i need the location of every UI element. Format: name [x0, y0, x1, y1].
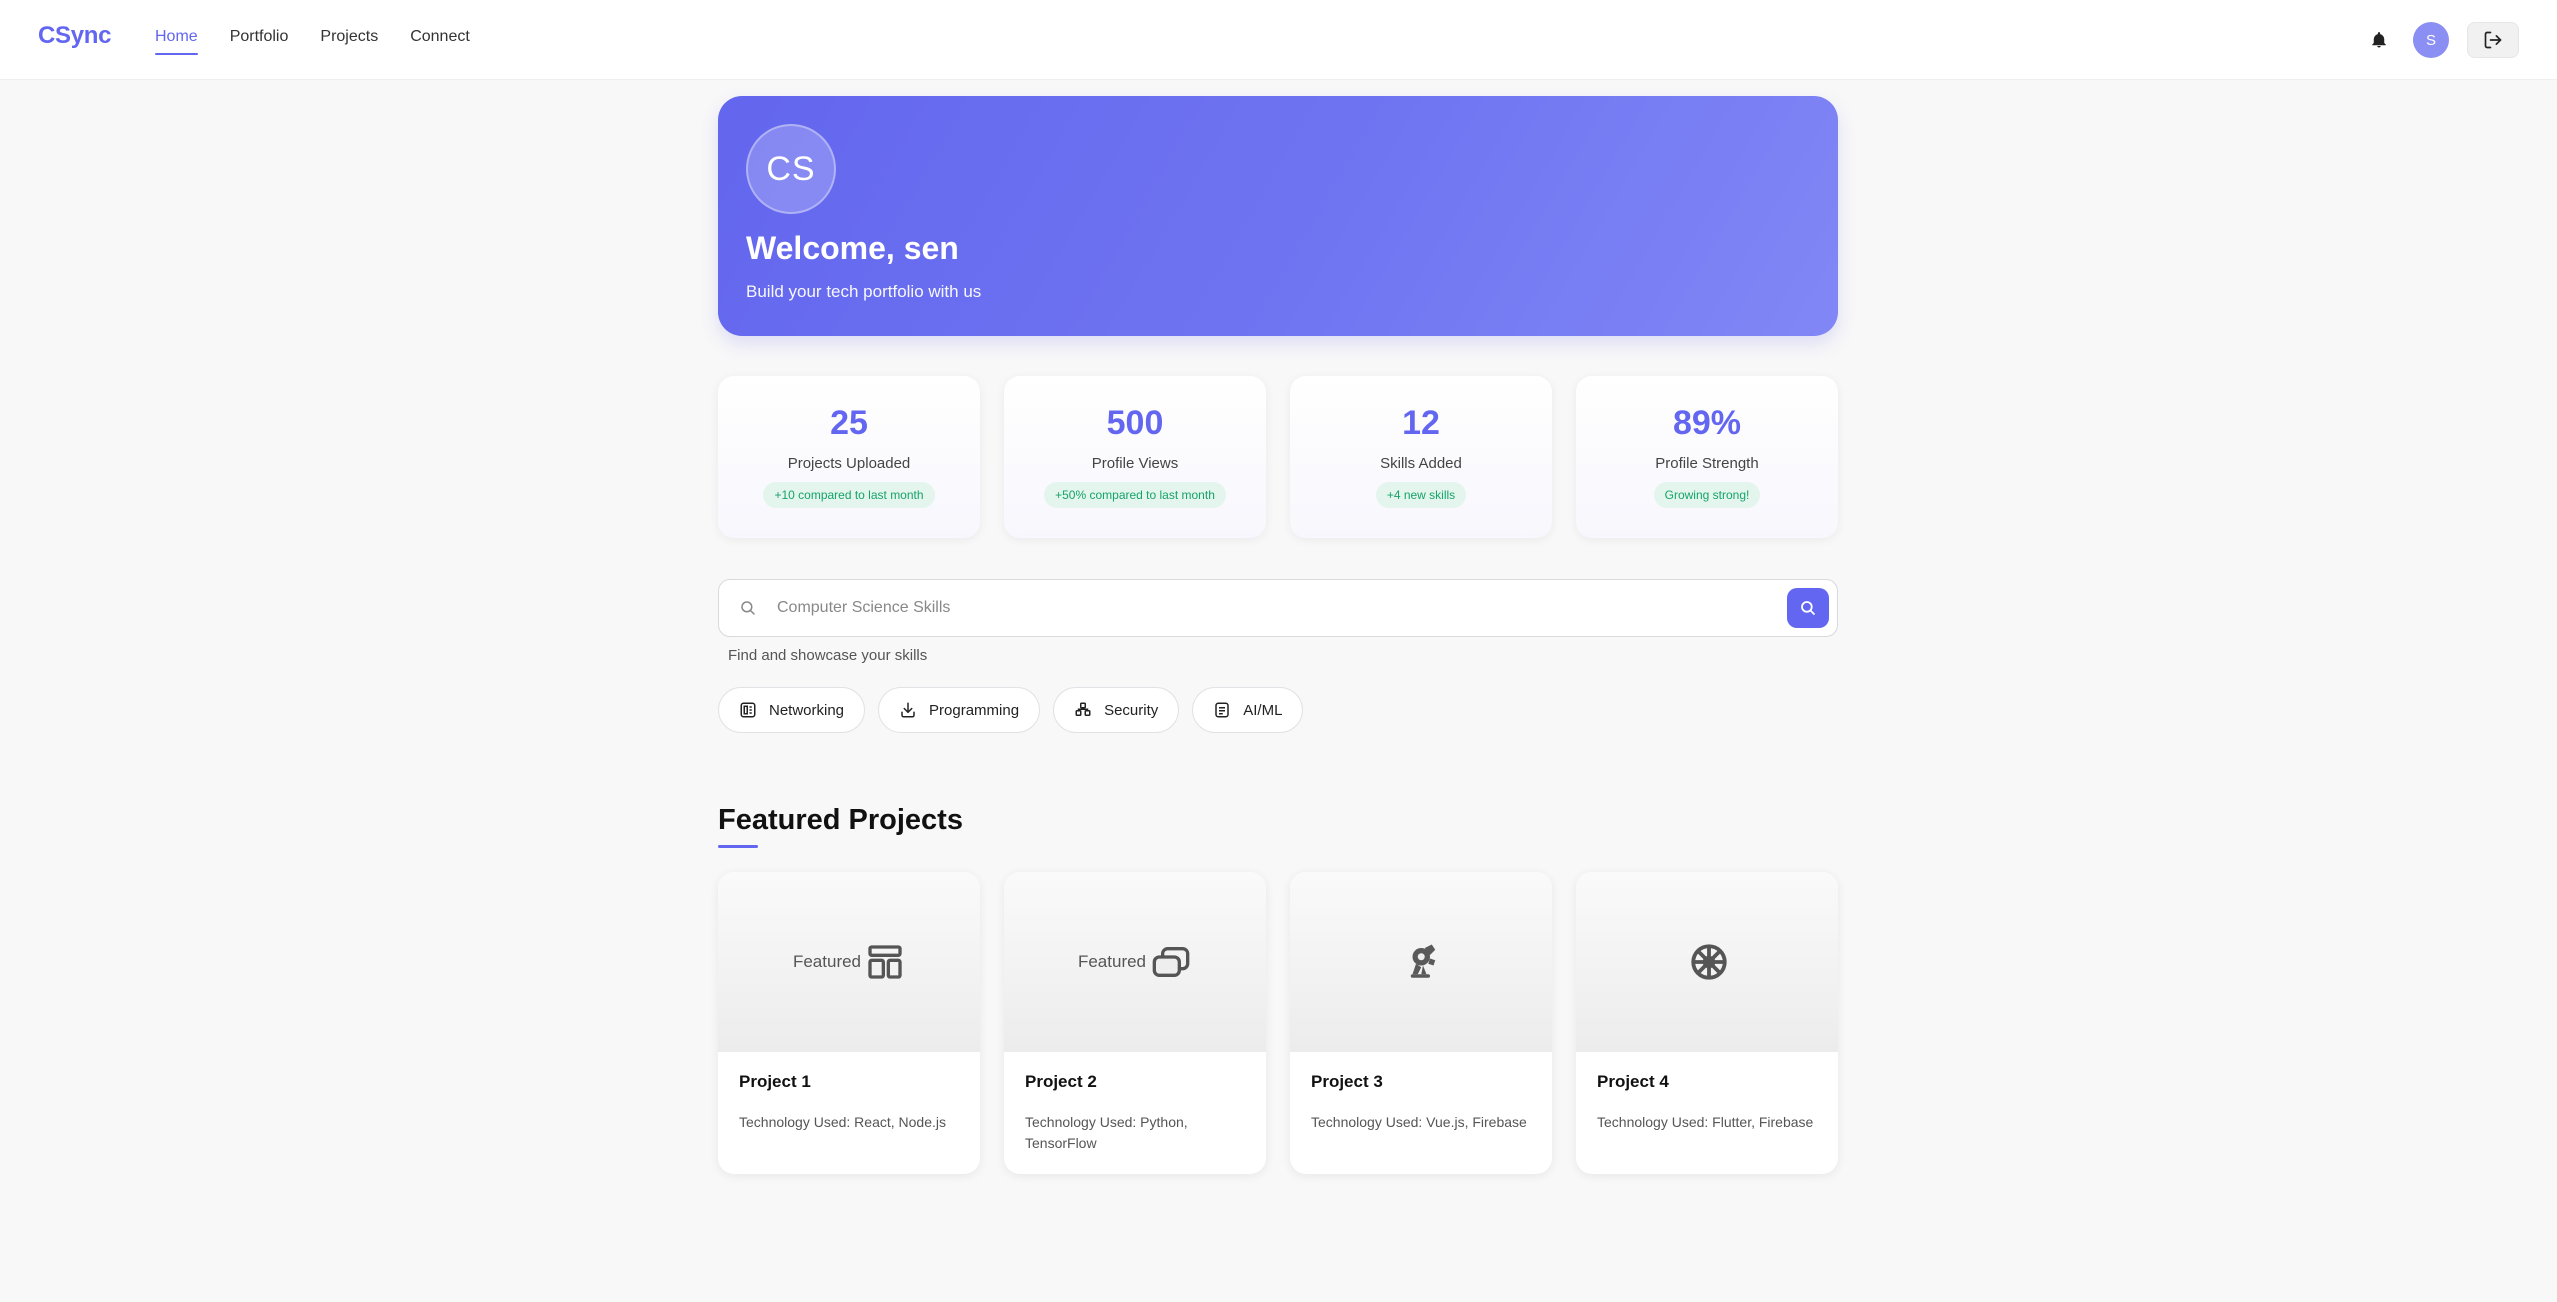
layout-icon [865, 942, 905, 982]
dharma-wheel-icon [1688, 941, 1730, 983]
chip-label: Programming [929, 701, 1020, 719]
chip-ai-ml[interactable]: AI/ML [1192, 687, 1304, 733]
chip-programming[interactable]: Programming [878, 687, 1041, 733]
project-name: Project 3 [1311, 1072, 1383, 1091]
nav-actions: S [2359, 20, 2519, 60]
nav-link-projects[interactable]: Projects [320, 28, 378, 55]
main-nav: Home Portfolio Projects Connect [155, 28, 502, 55]
stat-card-projects: 25 Projects Uploaded +10 compared to las… [718, 376, 980, 538]
project-card-2[interactable]: Featured Project 2 Technology Used: Pyth… [1004, 872, 1266, 1174]
nav-link-home[interactable]: Home [155, 28, 198, 55]
user-avatar[interactable]: S [2413, 22, 2449, 58]
project-tech: Technology Used: Python, TensorFlow [1025, 1114, 1188, 1151]
windows-icon [1150, 942, 1192, 982]
project-thumbnail [1290, 872, 1552, 1052]
skills-search-bar [718, 579, 1838, 637]
stat-label: Profile Strength [1655, 455, 1759, 472]
profile-avatar[interactable]: CS [746, 124, 836, 214]
title-underline [718, 845, 758, 848]
welcome-title: Welcome, sen [746, 230, 959, 266]
chip-networking[interactable]: Networking [718, 687, 866, 733]
project-tech: Technology Used: Flutter, Firebase [1597, 1114, 1814, 1130]
stat-value: 500 [1106, 404, 1164, 442]
chip-label: AI/ML [1243, 701, 1283, 719]
chip-security[interactable]: Security [1053, 687, 1180, 733]
stat-card-skills: 12 Skills Added +4 new skills [1290, 376, 1552, 538]
logout-icon [2483, 30, 2503, 50]
robot-arm-icon [1402, 941, 1444, 983]
search-icon [719, 599, 777, 617]
project-thumbnail: Featured [718, 872, 980, 1052]
project-card-1[interactable]: Featured Project 1 Technology Used: Reac… [718, 872, 980, 1174]
stat-badge: +4 new skills [1375, 482, 1467, 508]
project-tech: Technology Used: Vue.js, Firebase [1311, 1114, 1527, 1130]
brand-logo[interactable]: CSync [38, 22, 112, 50]
search-button[interactable] [1787, 588, 1829, 628]
search-hint: Find and showcase your skills [728, 647, 928, 664]
top-navbar: CSync Home Portfolio Projects Connect S [0, 0, 2557, 80]
stat-label: Projects Uploaded [787, 455, 911, 472]
stat-value: 89% [1672, 404, 1742, 442]
thumb-text: Featured [792, 952, 862, 971]
stat-value: 12 [1402, 404, 1440, 442]
project-card-4[interactable]: Project 4 Technology Used: Flutter, Fire… [1576, 872, 1838, 1174]
search-icon [1799, 599, 1817, 617]
stat-badge: +50% compared to last month [1044, 482, 1226, 508]
network-icon [739, 701, 757, 719]
stat-badge: Growing strong! [1653, 482, 1761, 508]
project-thumbnail [1576, 872, 1838, 1052]
project-name: Project 4 [1597, 1072, 1669, 1091]
project-card-3[interactable]: Project 3 Technology Used: Vue.js, Fireb… [1290, 872, 1552, 1174]
project-thumbnail: Featured [1004, 872, 1266, 1052]
logout-button[interactable] [2467, 22, 2519, 58]
welcome-hero: CS Welcome, sen Build your tech portfoli… [718, 96, 1838, 336]
stat-card-views: 500 Profile Views +50% compared to last … [1004, 376, 1266, 538]
document-icon [1213, 701, 1231, 719]
project-name: Project 1 [739, 1072, 811, 1091]
stat-label: Profile Views [1091, 455, 1179, 472]
welcome-subtitle: Build your tech portfolio with us [746, 282, 982, 301]
search-input[interactable] [777, 599, 1787, 617]
chip-label: Security [1104, 701, 1159, 719]
skill-chips: Networking Programming Security AI/ML [718, 687, 1316, 733]
project-name: Project 2 [1025, 1072, 1097, 1091]
stats-row: 25 Projects Uploaded +10 compared to las… [718, 376, 1838, 538]
security-icon [1074, 701, 1092, 719]
chip-label: Networking [769, 701, 845, 719]
stat-label: Skills Added [1380, 455, 1462, 472]
nav-link-portfolio[interactable]: Portfolio [230, 28, 289, 55]
project-tech: Technology Used: React, Node.js [739, 1114, 946, 1130]
download-icon [899, 701, 917, 719]
stat-card-strength: 89% Profile Strength Growing strong! [1576, 376, 1838, 538]
featured-projects-grid: Featured Project 1 Technology Used: Reac… [718, 872, 1838, 1174]
featured-projects-title: Featured Projects [718, 804, 963, 836]
stat-badge: +10 compared to last month [763, 482, 935, 508]
thumb-text: Featured [1077, 952, 1147, 971]
nav-link-connect[interactable]: Connect [410, 28, 470, 55]
stat-value: 25 [830, 404, 868, 442]
bell-icon[interactable] [2359, 20, 2399, 60]
